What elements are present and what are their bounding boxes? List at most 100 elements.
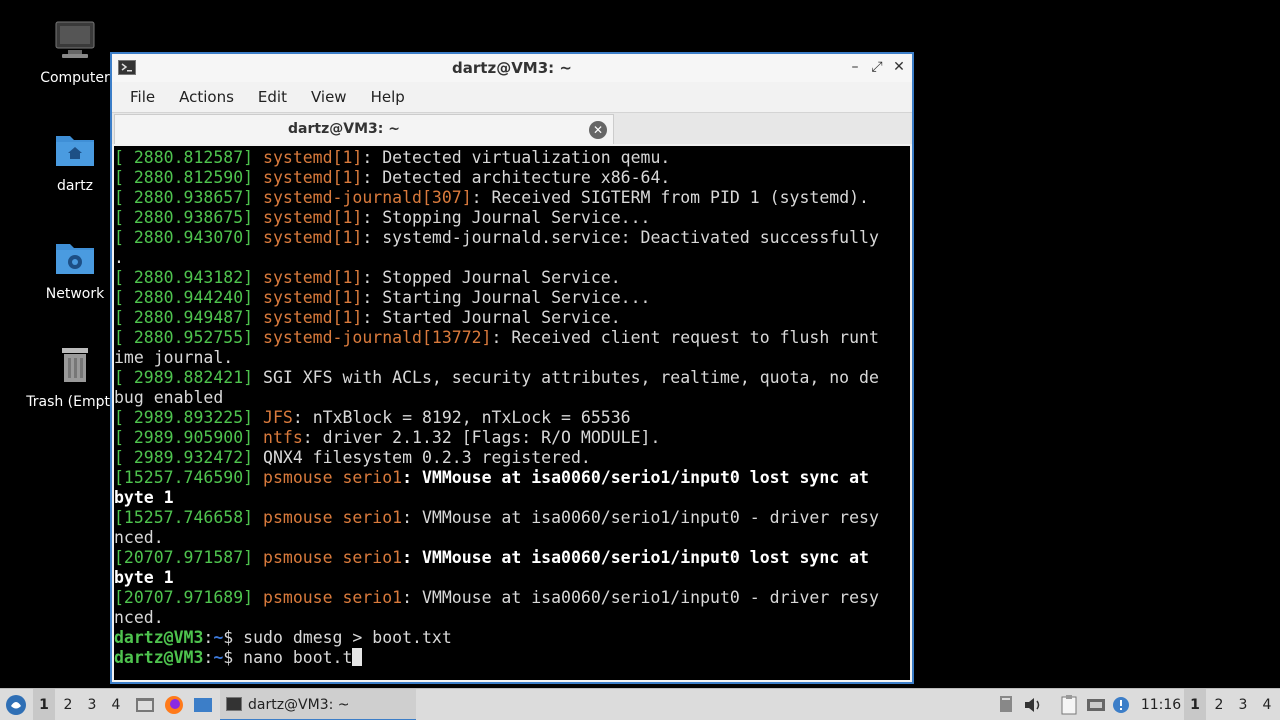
close-icon[interactable]: ✕ [890, 58, 908, 76]
terminal-text: systemd-journald[13772] [263, 328, 492, 347]
volume-icon[interactable] [1022, 694, 1044, 716]
terminal-text: byte 1 [114, 568, 174, 587]
trash-icon [54, 344, 96, 386]
terminal-text: psmouse serio1 [263, 588, 403, 607]
workspace-2[interactable]: 2 [57, 689, 79, 720]
home-folder-icon [54, 128, 96, 170]
prompt-cmd: sudo dmesg > boot.txt [243, 628, 452, 647]
clock[interactable]: 11:16 [1140, 689, 1182, 720]
terminal-text: [ 2880.812590] [114, 168, 264, 187]
terminal-text: : Stopped Journal Service. [362, 268, 621, 287]
terminal-text: bug enabled [114, 388, 224, 407]
terminal-line: [15257.746658] psmouse serio1: VMMouse a… [114, 508, 910, 528]
menubar: File Actions Edit View Help [112, 82, 912, 112]
tab-terminal[interactable]: dartz@VM3: ~ ✕ [114, 114, 614, 144]
prompt-sym: $ [223, 648, 244, 667]
terminal-text: : Received client request to flush runt [491, 328, 879, 347]
terminal-text: : VMMouse at isa0060/serio1/input0 - dri… [402, 588, 879, 607]
terminal-text: systemd[1] [263, 148, 363, 167]
computer-icon [54, 20, 96, 62]
terminal-text: [20707.971689] [114, 588, 264, 607]
terminal-output[interactable]: [ 2880.812587] systemd[1]: Detected virt… [114, 146, 910, 680]
network-folder-icon [54, 236, 96, 278]
menu-view[interactable]: View [303, 88, 355, 106]
terminal-text: : Started Journal Service. [362, 308, 621, 327]
terminal-text: SGI XFS with ACLs, security attributes, … [263, 368, 879, 387]
terminal-text: [ 2880.812587] [114, 148, 264, 167]
terminal-text: systemd-journald[307] [263, 188, 472, 207]
terminal-text: [ 2880.938657] [114, 188, 264, 207]
pager-workspace-1[interactable]: 1 [1184, 689, 1206, 720]
window-titlebar[interactable]: dartz@VM3: ~ – ⤢ ✕ [112, 54, 912, 82]
prompt-user: dartz@VM3 [114, 648, 204, 667]
terminal-text: : VMMouse at isa0060/serio1/input0 lost … [402, 468, 869, 487]
terminal-text: : Received SIGTERM from PID 1 (systemd). [471, 188, 869, 207]
taskbar: 1 2 3 4 dartz@VM3: ~ 11:16 1 2 3 4 [0, 688, 1280, 720]
terminal-text: nced. [114, 528, 164, 547]
menu-help[interactable]: Help [363, 88, 413, 106]
terminal-text: : driver 2.1.32 [Flags: R/O MODULE]. [302, 428, 661, 447]
pager-workspace-4[interactable]: 4 [1256, 689, 1278, 720]
clipboard-icon[interactable] [1058, 694, 1080, 716]
terminal-text: systemd[1] [263, 168, 363, 187]
terminal-line: [ 2989.932472] QNX4 filesystem 0.2.3 reg… [114, 448, 910, 468]
workspace-3[interactable]: 3 [81, 689, 103, 720]
terminal-line: [ 2880.938675] systemd[1]: Stopping Jour… [114, 208, 910, 228]
workspace-1[interactable]: 1 [33, 689, 55, 720]
pager-workspace-2[interactable]: 2 [1208, 689, 1230, 720]
terminal-line: [20707.971587] psmouse serio1: VMMouse a… [114, 548, 910, 568]
prompt-cmd: nano boot.t [243, 648, 353, 667]
terminal-icon [226, 697, 242, 711]
terminal-text: [ 2880.949487] [114, 308, 264, 327]
workspace-4[interactable]: 4 [105, 689, 127, 720]
notification-icon[interactable] [995, 694, 1017, 716]
terminal-line: . [114, 248, 910, 268]
tab-label: dartz@VM3: ~ [288, 121, 400, 137]
terminal-line: [ 2880.812590] systemd[1]: Detected arch… [114, 168, 910, 188]
prompt-user: dartz@VM3 [114, 628, 204, 647]
menu-actions[interactable]: Actions [171, 88, 242, 106]
terminal-line: bug enabled [114, 388, 910, 408]
terminal-line: [20707.971689] psmouse serio1: VMMouse a… [114, 588, 910, 608]
terminal-text: [ 2989.893225] [114, 408, 264, 427]
terminal-text: ntfs [263, 428, 303, 447]
terminal-text: [ 2880.943182] [114, 268, 264, 287]
terminal-text: : VMMouse at isa0060/serio1/input0 - dri… [402, 508, 879, 527]
terminal-text: byte 1 [114, 488, 174, 507]
terminal-text: : Stopping Journal Service... [362, 208, 651, 227]
file-manager-icon[interactable] [134, 689, 156, 720]
terminal-line: [15257.746590] psmouse serio1: VMMouse a… [114, 468, 910, 488]
prompt-sym: $ [223, 628, 244, 647]
network-status-icon[interactable] [1085, 694, 1107, 716]
minimize-icon[interactable]: – [846, 58, 864, 76]
pager-workspace-3[interactable]: 3 [1232, 689, 1254, 720]
terminal-text: JFS [263, 408, 293, 427]
terminal-text: nced. [114, 608, 164, 627]
terminal-line: [ 2989.893225] JFS: nTxBlock = 8192, nTx… [114, 408, 910, 428]
tab-close-icon[interactable]: ✕ [589, 121, 607, 139]
menu-edit[interactable]: Edit [250, 88, 295, 106]
tab-bar: dartz@VM3: ~ ✕ [112, 112, 912, 144]
terminal-line: [ 2880.949487] systemd[1]: Started Journ… [114, 308, 910, 328]
terminal-line: nced. [114, 608, 910, 628]
terminal-text: [ 2880.938675] [114, 208, 264, 227]
terminal-line: [ 2880.952755] systemd-journald[13772]: … [114, 328, 910, 348]
terminal-line: byte 1 [114, 488, 910, 508]
terminal-text: systemd[1] [263, 308, 363, 327]
terminal-text: [ 2989.905900] [114, 428, 264, 447]
terminal-text: [15257.746658] [114, 508, 264, 527]
terminal-prompt-line: dartz@VM3:~$ nano boot.t [114, 648, 910, 668]
terminal-line: [ 2880.938657] systemd-journald[307]: Re… [114, 188, 910, 208]
prompt-path: ~ [213, 628, 224, 647]
text-cursor [352, 648, 363, 666]
terminal-text: : Detected architecture x86-64. [362, 168, 671, 187]
update-notifier-icon[interactable] [1110, 694, 1132, 716]
terminal-text: : systemd-journald.service: Deactivated … [362, 228, 879, 247]
start-menu-icon[interactable] [4, 689, 28, 720]
terminal-text: : Detected virtualization qemu. [362, 148, 671, 167]
firefox-icon[interactable] [163, 689, 185, 720]
maximize-icon[interactable]: ⤢ [868, 58, 886, 76]
show-desktop-icon[interactable] [192, 689, 214, 720]
taskbar-window-button[interactable]: dartz@VM3: ~ [220, 689, 416, 720]
menu-file[interactable]: File [122, 88, 163, 106]
